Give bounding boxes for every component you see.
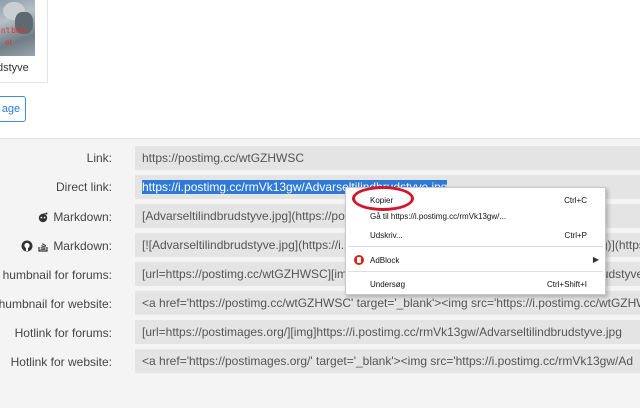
row-label-text: Direct link: bbox=[55, 180, 112, 194]
row-label-text: Hotlink for forums: bbox=[14, 326, 112, 340]
submenu-arrow-icon: ▶ bbox=[592, 255, 599, 264]
row-label-text: Link: bbox=[86, 151, 112, 165]
row-label-text: Hotlink for website: bbox=[10, 355, 112, 369]
menu-separator bbox=[348, 271, 603, 272]
menu-item-shortcut: Ctrl+C bbox=[564, 196, 587, 205]
row-label-text: Markdown: bbox=[53, 210, 112, 224]
adblock-icon bbox=[354, 255, 364, 265]
menu-item-shortcut: Ctrl+Shift+I bbox=[546, 280, 587, 289]
reddit-icon bbox=[39, 212, 48, 223]
thumbnail-caption: dstyve bbox=[0, 62, 29, 74]
upload-header-area: n't blive et dstyve age bbox=[0, 0, 640, 138]
markdown-reddit-label: Markdown: bbox=[37, 210, 112, 224]
direct-link-label: Direct link: bbox=[56, 180, 112, 194]
annotation-circle bbox=[352, 186, 414, 211]
menu-item-label: Gå til https://i.postimg.cc/rmVk13gw/... bbox=[370, 212, 507, 221]
menu-item-shortcut: Ctrl+P bbox=[564, 231, 587, 240]
menu-separator bbox=[348, 246, 603, 247]
link-field[interactable]: https://postimg.cc/wtGZHWSC bbox=[135, 146, 640, 170]
menu-item-label: Udskriv... bbox=[370, 231, 403, 240]
hotlink-website-label: Hotlink for website: bbox=[11, 355, 112, 369]
hotlink-website-field[interactable]: <a href='https://postimages.org/' target… bbox=[135, 349, 640, 373]
row-label-text: Markdown: bbox=[53, 239, 112, 253]
image-thumbnail[interactable]: n't blive et bbox=[0, 0, 35, 56]
menu-item-inspect[interactable]: Undersøg Ctrl+Shift+I bbox=[346, 276, 605, 292]
hotlink-forums-field[interactable]: [url=https://postimages.org/][img]https:… bbox=[135, 320, 640, 344]
link-label: Link: bbox=[87, 151, 112, 165]
row-label-text: humbnail for forums: bbox=[2, 268, 112, 282]
markdown-github-label: Markdown: bbox=[21, 239, 112, 253]
stackoverflow-icon bbox=[38, 243, 48, 252]
section-divider bbox=[0, 138, 640, 139]
menu-item-print[interactable]: Udskriv... Ctrl+P bbox=[346, 227, 605, 243]
hotlink-forums-label: Hotlink for forums: bbox=[15, 326, 112, 340]
page-button[interactable]: age bbox=[0, 96, 26, 122]
image-thumbnail-card[interactable]: n't blive et dstyve bbox=[0, 0, 48, 83]
thumbnail-overlay-text: n't blive bbox=[1, 26, 28, 35]
thumbnail-overlay-text: et bbox=[5, 38, 12, 47]
menu-item-label: Undersøg bbox=[370, 280, 406, 289]
github-icon bbox=[21, 240, 33, 252]
thumbnail-website-label: humbnail for website: bbox=[0, 297, 112, 311]
menu-item-adblock[interactable]: AdBlock ▶ bbox=[346, 252, 605, 268]
thumbnail-forums-label: humbnail for forums: bbox=[3, 268, 112, 282]
menu-item-label: AdBlock bbox=[370, 256, 400, 265]
row-label-text: humbnail for website: bbox=[0, 297, 112, 311]
